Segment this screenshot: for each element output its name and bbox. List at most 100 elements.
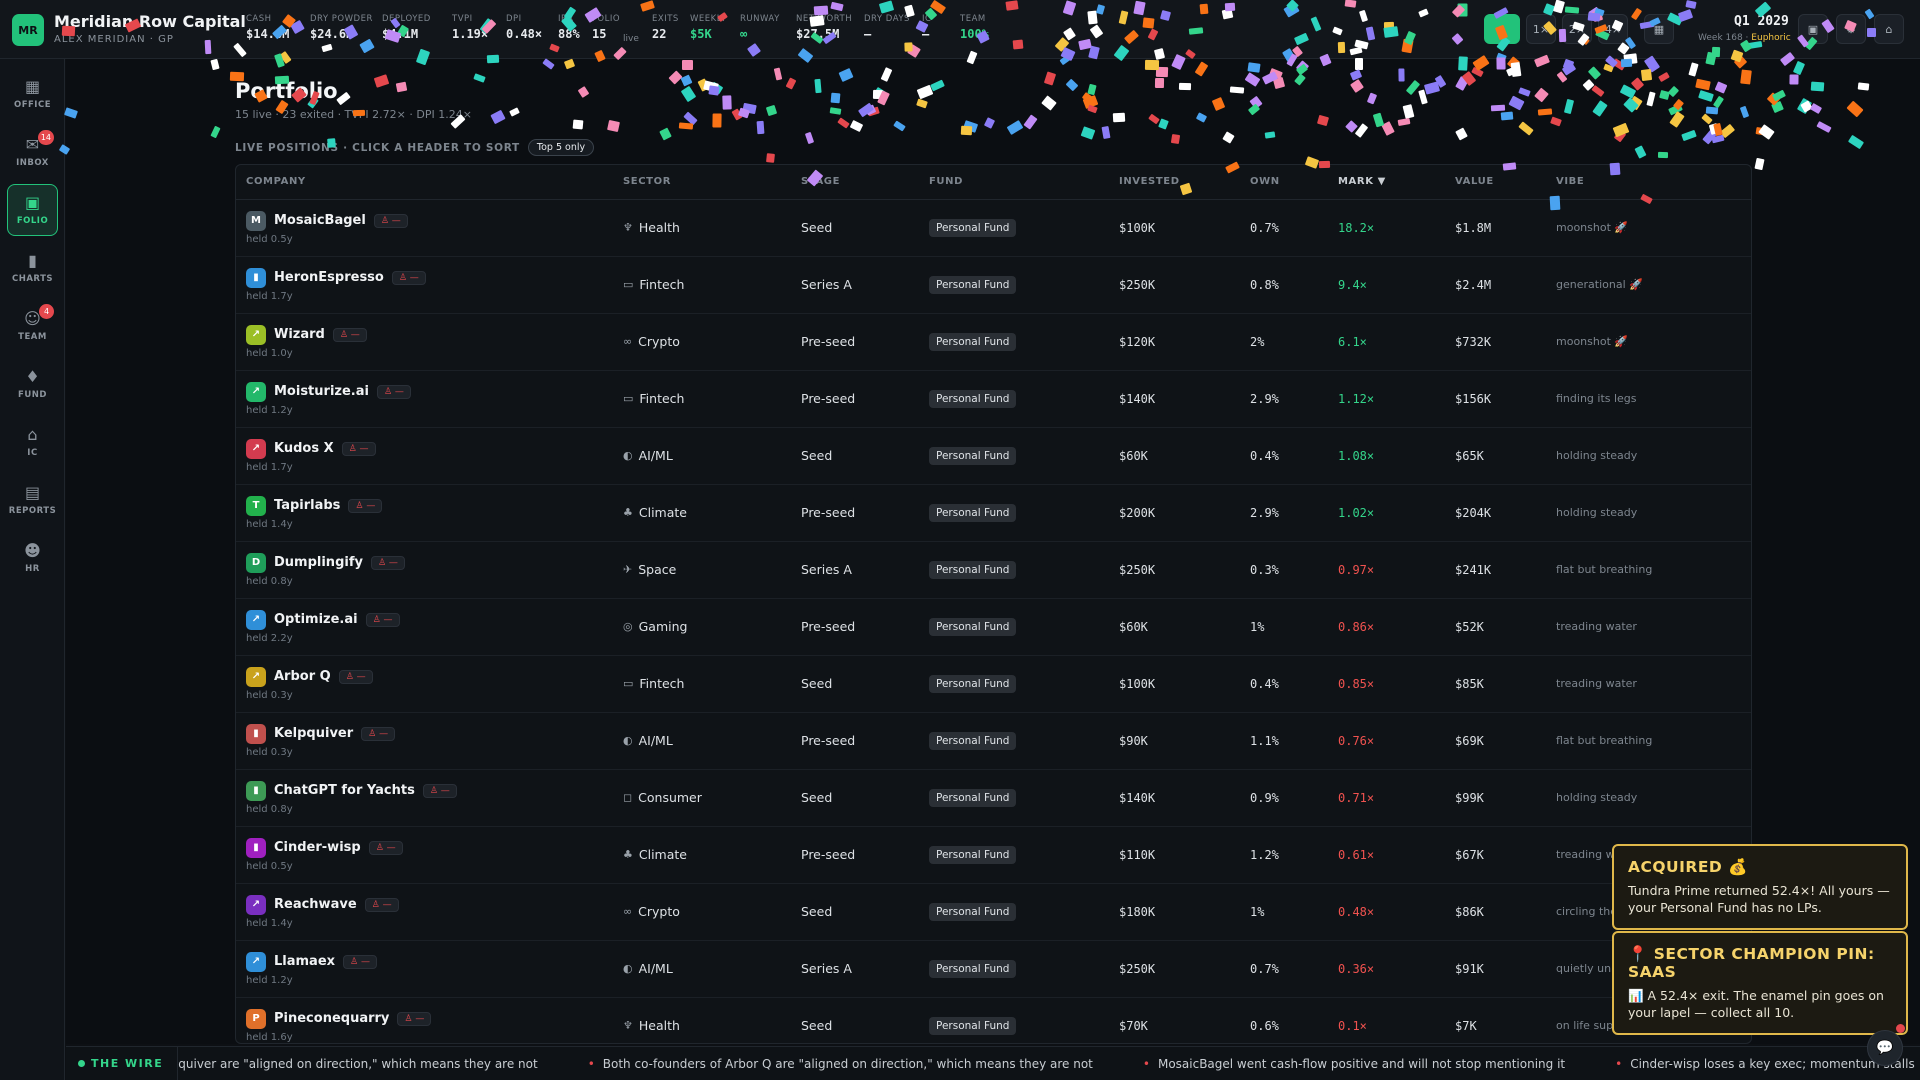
mark-cell: 0.85× (1338, 676, 1375, 691)
held-duration: held 0.5y (246, 233, 293, 245)
company-name[interactable]: Arbor Q (274, 669, 331, 684)
sector-icon: ▭ (623, 392, 634, 405)
table-row[interactable]: M MosaicBagel ♙ — held 0.5y ♆ Health Seed Perso… (236, 199, 1751, 256)
table-row[interactable]: P Pineconequarry ♙ — held 1.6y ♆ Health Seed Pe… (236, 997, 1751, 1043)
ownership-cell: 1% (1250, 619, 1265, 634)
company-name[interactable]: Wizard (274, 327, 325, 342)
column-header-vibe[interactable]: VIBE (1546, 165, 1751, 200)
company-name[interactable]: Optimize.ai (274, 612, 358, 627)
sector: ▭ Fintech (623, 391, 791, 406)
company-name[interactable]: Cinder-wisp (274, 840, 361, 855)
company-avatar: ↗ (246, 951, 266, 972)
table-row[interactable]: T Tapirlabs ♙ — held 1.4y ♣ Climate Pre-seed Pe… (236, 484, 1751, 541)
company-name[interactable]: MosaicBagel (274, 213, 366, 228)
column-header-fund[interactable]: FUND (919, 165, 1109, 200)
pause-button[interactable]: ⏸ (1484, 14, 1520, 44)
speed-2x-button[interactable]: 2× (1562, 14, 1592, 44)
speed-4x-button[interactable]: 4× (1598, 14, 1628, 44)
column-header-mark[interactable]: MARK ▼ (1328, 165, 1445, 200)
stat-dry-days: DRY DAYS — (864, 14, 910, 41)
column-header-invested[interactable]: INVESTED (1109, 165, 1240, 200)
table-row[interactable]: ↗ Reachwave ♙ — held 1.4y ∞ Crypto Seed Persona… (236, 883, 1751, 940)
table-row[interactable]: D Dumplingify ♙ — held 0.8y ✈ Space Series A Pe… (236, 541, 1751, 598)
table-row[interactable]: ↗ Kudos X ♙ — held 1.7y ◐ AI/ML Seed Personal F… (236, 427, 1751, 484)
value-cell: $241K (1455, 562, 1492, 577)
company-name[interactable]: Reachwave (274, 897, 357, 912)
stat-note: live (623, 34, 639, 44)
table-row[interactable]: ▮ ChatGPT for Yachts ♙ — held 0.8y ◻ Consumer… (236, 769, 1751, 826)
table-row[interactable]: ↗ Wizard ♙ — held 1.0y ∞ Crypto Pre-seed Person… (236, 313, 1751, 370)
held-duration: held 2.2y (246, 632, 293, 644)
value-cell: $156K (1455, 391, 1492, 406)
home-icon[interactable]: ⌂ (1874, 14, 1904, 44)
sidebar-item-charts[interactable]: ▮ CHARTS (7, 242, 58, 294)
mark-cell: 0.97× (1338, 562, 1375, 577)
column-header-company[interactable]: COMPANY (236, 165, 613, 200)
company-avatar: ↗ (246, 381, 266, 402)
table-row[interactable]: ↗ Optimize.ai ♙ — held 2.2y ◎ Gaming Pre-seed P… (236, 598, 1751, 655)
fund-pill: Personal Fund (929, 845, 1017, 864)
table-row[interactable]: ↗ Arbor Q ♙ — held 0.3y ▭ Fintech Seed Personal… (236, 655, 1751, 712)
stat-label: FOLIO (592, 14, 621, 24)
company-cell: D Dumplingify ♙ — held 0.8y (236, 541, 613, 598)
sidebar-item-hr[interactable]: ☻ HR (7, 532, 58, 584)
table-row[interactable]: ↗ Llamaex ♙ — held 1.2y ◐ AI/ML Series A Person… (236, 940, 1751, 997)
sidebar-item-team[interactable]: ☺ TEAM 4 (7, 300, 58, 352)
fund-pill: Personal Fund (929, 959, 1017, 978)
company-name[interactable]: HeronEspresso (274, 270, 384, 285)
company-name[interactable]: Kelpquiver (274, 726, 353, 741)
acquired-toast[interactable]: ACQUIRED 💰 Tundra Prime returned 52.4×! … (1612, 844, 1908, 930)
stat-dry-powder: DRY POWDER $24.6M (310, 14, 373, 41)
ownership-cell: 0.4% (1250, 448, 1279, 463)
company-header: ↗ Kudos X ♙ — (246, 438, 613, 459)
company-name[interactable]: Moisturize.ai (274, 384, 369, 399)
toast-title: 📍 SECTOR CHAMPION PIN: SAAS (1628, 945, 1875, 981)
save-icon[interactable]: ▣ (1798, 14, 1828, 44)
wire-label-text: THE WIRE (91, 1057, 164, 1070)
sector-cell: ∞ Crypto (613, 313, 791, 370)
company-avatar: ▮ (246, 267, 266, 288)
mark-cell: 18.2× (1338, 220, 1375, 235)
stat-label: DPI (506, 14, 522, 24)
company-header: D Dumplingify ♙ — (246, 552, 613, 573)
table-row[interactable]: ▮ HeronEspresso ♙ — held 1.7y ▭ Fintech Series… (236, 256, 1751, 313)
sector-label: Crypto (638, 904, 680, 919)
column-header-value[interactable]: VALUE (1445, 165, 1546, 200)
company-name[interactable]: ChatGPT for Yachts (274, 783, 415, 798)
value-cell: $69K (1455, 733, 1484, 748)
calendar-icon[interactable]: ▦ (1644, 14, 1674, 44)
top5-filter-chip[interactable]: Top 5 only (527, 139, 595, 156)
column-header-own[interactable]: OWN (1240, 165, 1328, 200)
company-name[interactable]: Kudos X (274, 441, 334, 456)
company-name[interactable]: Pineconequarry (274, 1011, 389, 1026)
table-row[interactable]: ▮ Kelpquiver ♙ — held 0.3y ◐ AI/ML Pre-seed Per… (236, 712, 1751, 769)
table-row[interactable]: ↗ Moisturize.ai ♙ — held 1.2y ▭ Fintech Pre-se… (236, 370, 1751, 427)
invested-cell: $250K (1119, 277, 1156, 292)
company-name[interactable]: Llamaex (274, 954, 335, 969)
company-name[interactable]: Tapirlabs (274, 498, 340, 513)
column-header-sector[interactable]: SECTOR (613, 165, 791, 200)
settings-icon[interactable]: ⚙ (1836, 14, 1866, 44)
sector-pin-toast[interactable]: 📍 SECTOR CHAMPION PIN: SAAS 📊 A 52.4× ex… (1612, 931, 1908, 1035)
fund-cell: Personal Fund (919, 541, 1109, 598)
column-header-stage[interactable]: STAGE (791, 165, 919, 200)
invested-cell: $100K (1119, 676, 1156, 691)
chat-icon[interactable]: 💬 (1867, 1030, 1903, 1066)
table-row[interactable]: ▮ Cinder-wisp ♙ — held 0.5y ♣ Climate Pre-seed… (236, 826, 1751, 883)
sector: ◐ AI/ML (623, 733, 791, 748)
fund-cell: Personal Fund (919, 427, 1109, 484)
vibe-cell: treading water (1556, 677, 1637, 690)
vibe-cell: holding steady (1556, 449, 1638, 462)
sidebar-item-ic[interactable]: ⌂ IC (7, 416, 58, 468)
sector: ▭ Fintech (623, 277, 791, 292)
sidebar-item-office[interactable]: ▦ OFFICE (7, 68, 58, 120)
sidebar-item-folio[interactable]: ▣ FOLIO (7, 184, 58, 236)
stat-value: 100% (960, 27, 989, 41)
sidebar-item-inbox[interactable]: ✉ INBOX 14 (7, 126, 58, 178)
company-header: ↗ Reachwave ♙ — (246, 894, 613, 915)
section-label: LIVE POSITIONS · CLICK A HEADER TO SORT (235, 141, 520, 154)
speed-1x-button[interactable]: 1× (1526, 14, 1556, 44)
sidebar-item-reports[interactable]: ▤ REPORTS (7, 474, 58, 526)
company-name[interactable]: Dumplingify (274, 555, 363, 570)
sidebar-item-fund[interactable]: ♦ FUND (7, 358, 58, 410)
